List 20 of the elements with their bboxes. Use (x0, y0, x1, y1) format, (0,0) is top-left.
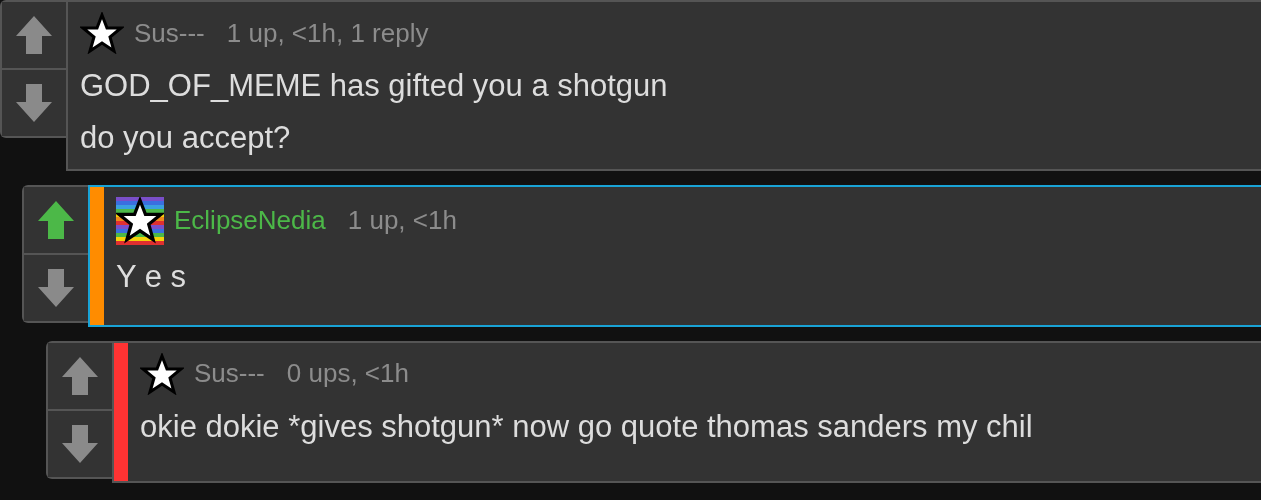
down-arrow-icon (14, 82, 54, 124)
username[interactable]: EclipseNedia (174, 205, 326, 237)
up-arrow-icon (14, 14, 54, 56)
star-icon (80, 12, 124, 54)
username[interactable]: Sus--- (194, 358, 265, 390)
comment-text: GOD_OF_MEME has gifted you a shotgun (80, 67, 668, 105)
comment-meta: 0 ups, <1h (286, 358, 409, 390)
comment-text: Y e s (116, 257, 188, 296)
comment-text: okie dokie *gives shotgun* now go quote thomas sanders my chil (140, 407, 1033, 446)
rainbow-star-icon (116, 196, 164, 245)
downvote-button[interactable] (2, 68, 66, 136)
down-arrow-icon (60, 422, 100, 465)
downvote-button[interactable] (24, 252, 88, 321)
down-arrow-icon (36, 266, 76, 309)
downvote-button[interactable] (48, 408, 112, 477)
username[interactable]: Sus--- (134, 17, 205, 49)
comment-meta: 1 up, <1h (347, 205, 457, 237)
comment-meta: 1 up, <1h, 1 reply (226, 17, 429, 49)
star-icon (140, 352, 184, 395)
comment-text: do you accept? (80, 119, 292, 158)
